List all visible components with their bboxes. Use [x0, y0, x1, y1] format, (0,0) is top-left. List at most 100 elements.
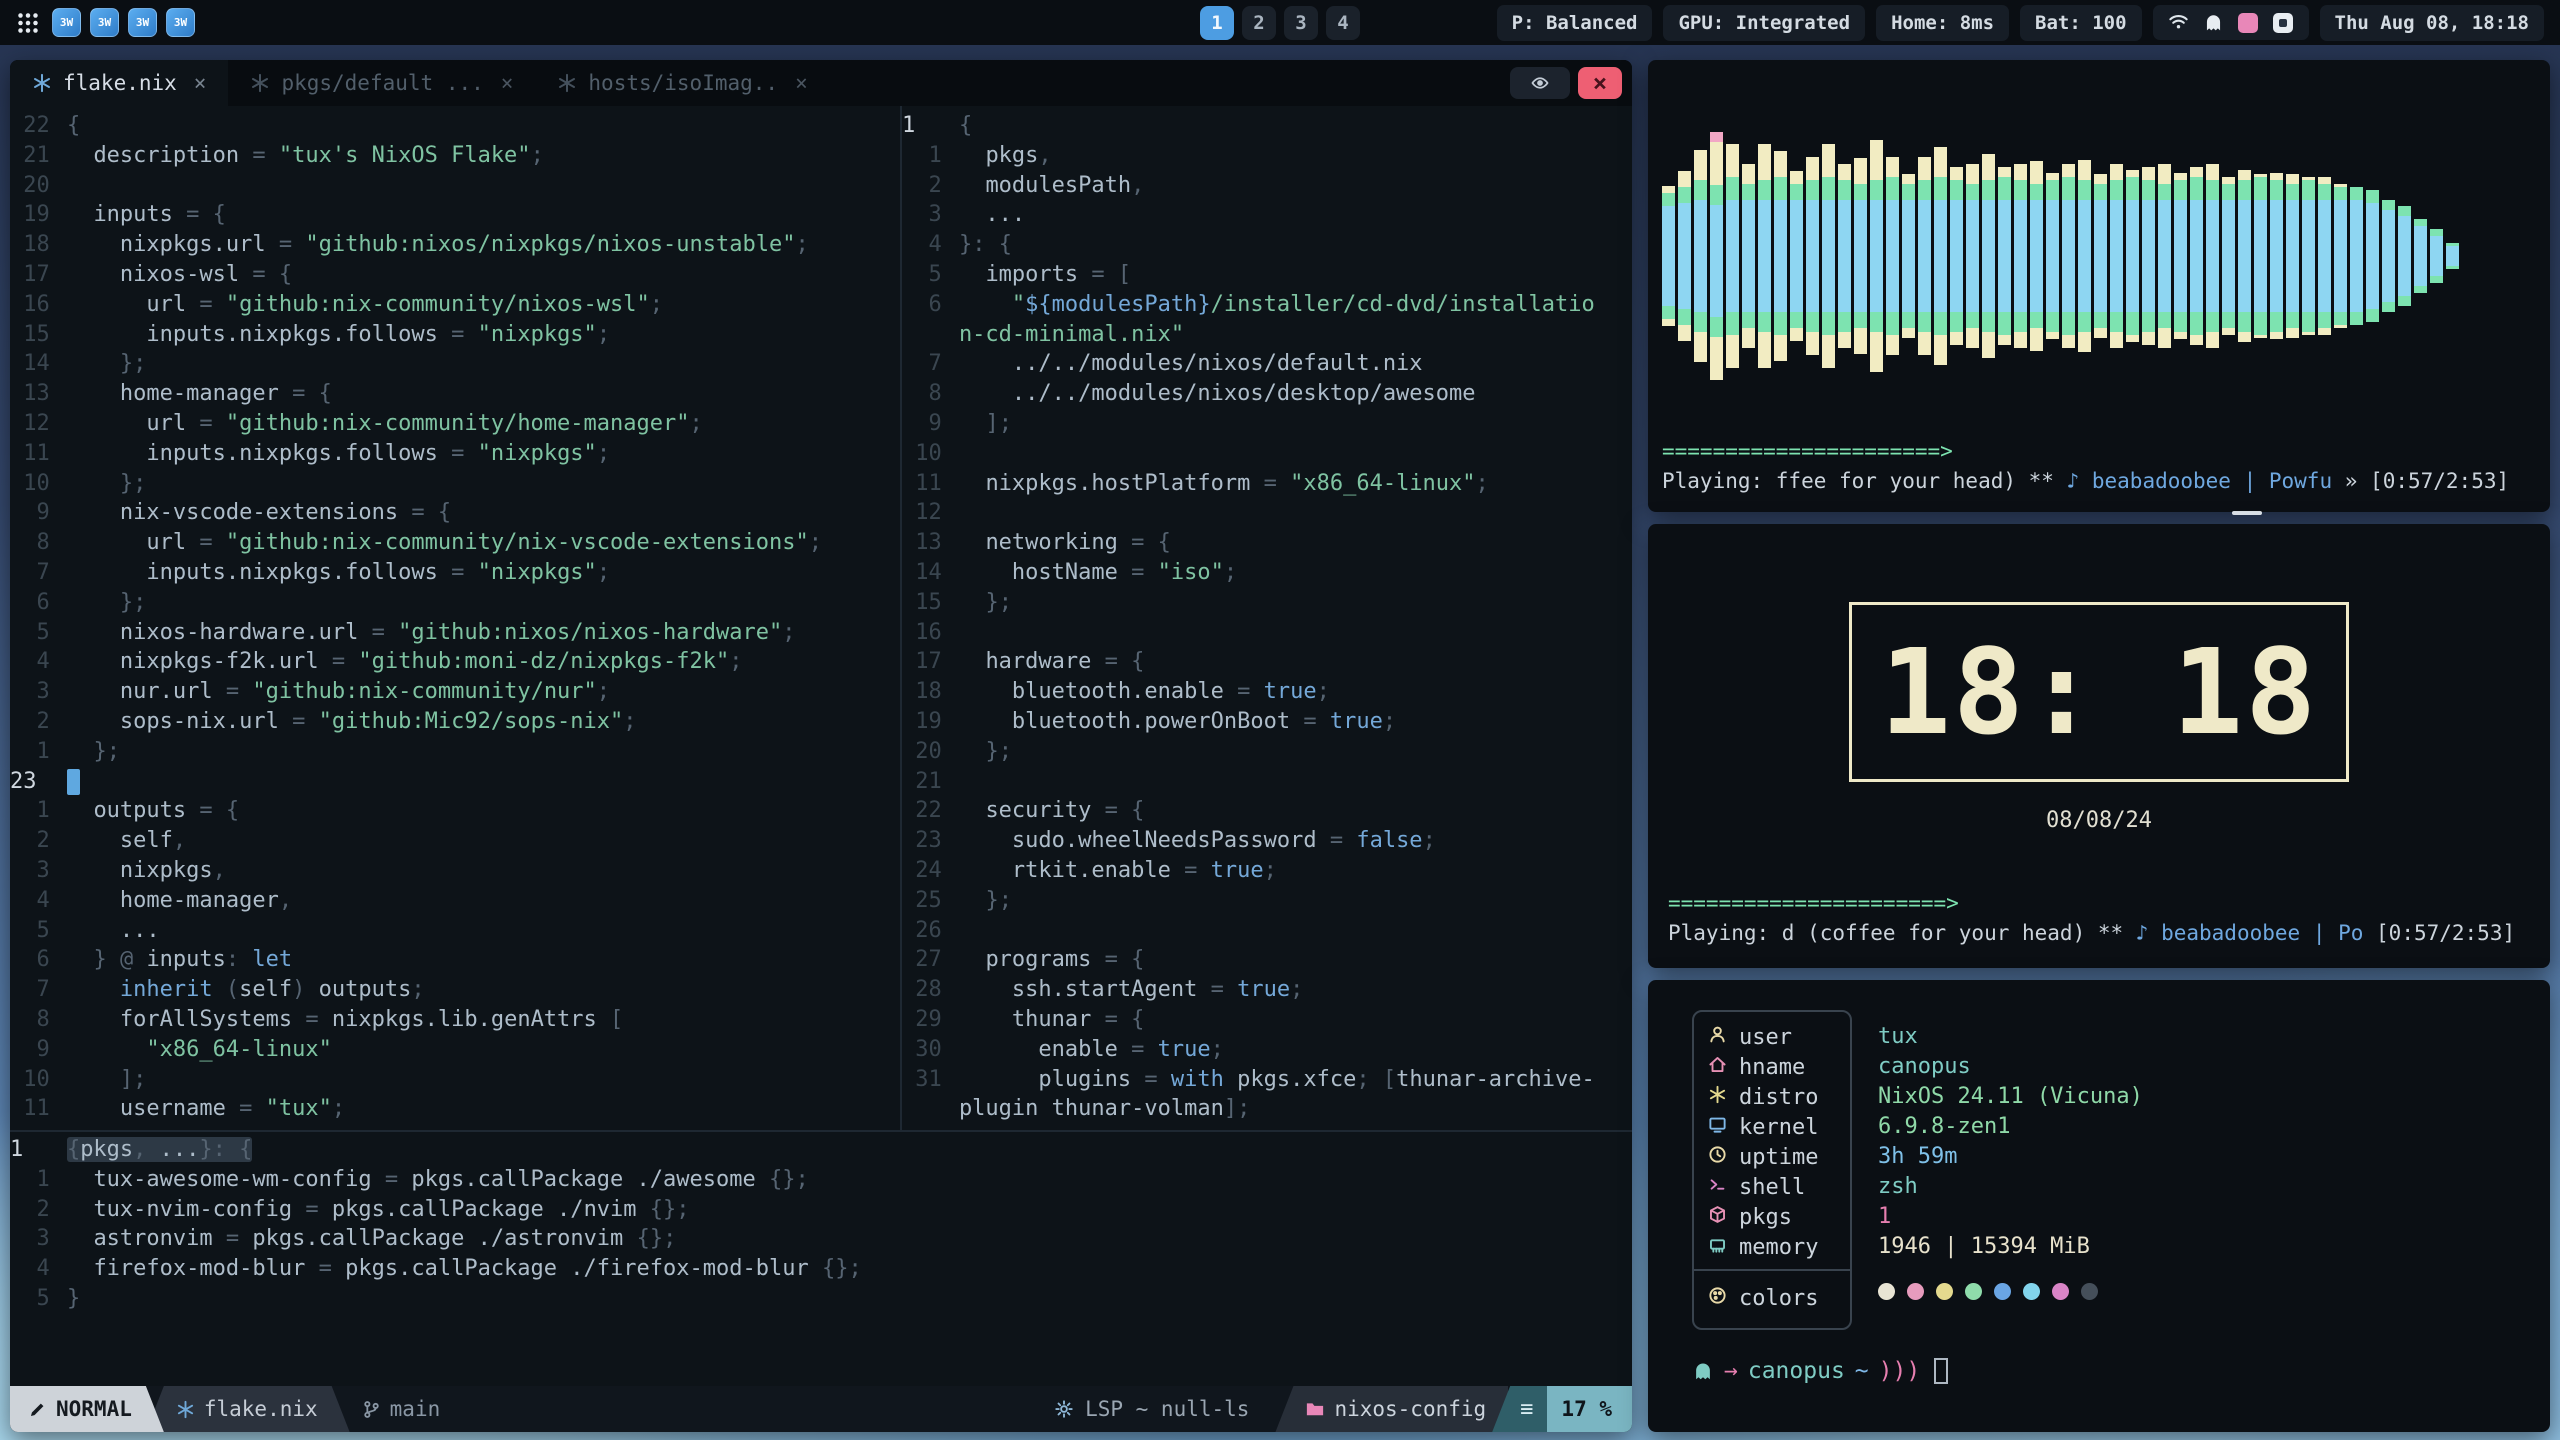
fetch-row-pkgs: pkgs: [1694, 1202, 1850, 1232]
ghost-icon: [1692, 1360, 1714, 1382]
shell-icon: [1708, 1175, 1727, 1200]
battery-status: Bat: 100: [2020, 5, 2142, 41]
tab-close-icon[interactable]: ×: [501, 71, 514, 95]
code-row: 22{: [10, 111, 900, 141]
topbar-right-group: P: Balanced GPU: Integrated Home: 8ms Ba…: [1497, 5, 2544, 41]
music-visualizer-window: ======================> Playing: ffee fo…: [1648, 60, 2550, 512]
pink-app-icon[interactable]: [2238, 12, 2259, 33]
code-row: 9 ];: [902, 409, 1632, 439]
git-branch-segment: main: [336, 1386, 459, 1432]
artist-name: beabadoobee | Po: [2148, 921, 2376, 945]
system-tray: [2153, 5, 2309, 40]
fetch-row-distro: distro: [1694, 1082, 1850, 1112]
prompt-chevrons: ))): [1879, 1358, 1921, 1384]
workspace-tag-1[interactable]: 1: [1200, 6, 1234, 40]
code-row: 4 home-manager,: [10, 886, 900, 916]
neovim-window: flake.nix×pkgs/default ...×hosts/isoImag…: [10, 60, 1632, 1432]
close-window-button[interactable]: ×: [1578, 67, 1622, 99]
tab-label: pkgs/default ...: [281, 71, 483, 95]
fetch-values: tuxcanopusNixOS 24.11 (Vicuna)6.9.8-zen1…: [1878, 1010, 2143, 1330]
clock-widget-window: 18: 18 08/08/24 ======================> …: [1648, 524, 2550, 968]
code-row: 4 nixpkgs-f2k.url = "github:moni-dz/nixp…: [10, 647, 900, 677]
tab-close-icon[interactable]: ×: [194, 71, 207, 95]
app-launcher-icon[interactable]: [16, 11, 40, 35]
client-icon[interactable]: 3W: [52, 8, 81, 37]
code-row: 7 ../../modules/nixos/default.nix: [902, 349, 1632, 379]
now-playing-line: Playing: d (coffee for your head) ** ♪ b…: [1668, 918, 2530, 948]
code-row: 19 bluetooth.powerOnBoot = true;: [902, 707, 1632, 737]
code-row: 8 url = "github:nix-community/nix-vscode…: [10, 528, 900, 558]
workspace-tag-4[interactable]: 4: [1326, 6, 1360, 40]
clock-status: Thu Aug 08, 18:18: [2320, 5, 2544, 41]
tabs: flake.nix×pkgs/default ...×hosts/isoImag…: [10, 60, 830, 106]
client-icon[interactable]: 3W: [128, 8, 157, 37]
workspace-tag-2[interactable]: 2: [1242, 6, 1276, 40]
code-row: 1 pkgs,: [902, 141, 1632, 171]
code-row: 12 url = "github:nix-community/home-mana…: [10, 409, 900, 439]
code-row: 23 sudo.wheelNeedsPassword = false;: [902, 826, 1632, 856]
code-row: 6 };: [10, 588, 900, 618]
shell-prompt[interactable]: → canopus ~ ))): [1692, 1358, 2506, 1384]
git-branch-icon: [362, 1400, 381, 1419]
music-note-icon: ♪: [2136, 921, 2149, 945]
fetch-row-uptime: uptime: [1694, 1142, 1850, 1172]
palette-dot: [2052, 1283, 2069, 1300]
fetch-row-user: user: [1694, 1022, 1850, 1052]
digital-clock-frame: 18: 18: [1849, 602, 2349, 782]
now-playing-line: Playing: ffee for your head) ** ♪ beabad…: [1662, 466, 2536, 496]
fetch-label: colors: [1739, 1286, 1818, 1311]
capture-icon[interactable]: [2273, 12, 2294, 33]
artist-name: beabadoobee | Powfu: [2079, 469, 2345, 493]
gear-icon: [1054, 1399, 1074, 1419]
iso-image-pane[interactable]: 1{1 pkgs,2 modulesPath,3 ...4}: {5 impor…: [902, 106, 1632, 1130]
lsp-label: LSP ~ null-ls: [1085, 1397, 1249, 1421]
palette-dot: [1936, 1283, 1953, 1300]
tab-flake-nix[interactable]: flake.nix ×: [10, 60, 228, 106]
gpu-status: GPU: Integrated: [1663, 5, 1865, 41]
clock-date: 08/08/24: [1668, 808, 2530, 833]
taglist: 3W 3W 3W 3W: [52, 8, 195, 37]
code-row: 1{: [902, 111, 1632, 141]
nix-icon: [176, 1400, 195, 1419]
workspace-tags: 1234: [1200, 6, 1360, 40]
fetch-label: distro: [1739, 1085, 1818, 1110]
fetch-label: user: [1739, 1025, 1792, 1050]
code-row: 2 sops-nix.url = "github:Mic92/sops-nix"…: [10, 707, 900, 737]
wifi-icon[interactable]: [2168, 12, 2189, 33]
fetch-label: memory: [1739, 1235, 1818, 1260]
nix-icon: [32, 73, 52, 93]
code-row: 28 ssh.startAgent = true;: [902, 975, 1632, 1005]
workspace-tag-3[interactable]: 3: [1284, 6, 1318, 40]
code-row: 14 hostName = "iso";: [902, 558, 1632, 588]
code-row: 9 nix-vscode-extensions = {: [10, 498, 900, 528]
code-row: 11 nixpkgs.hostPlatform = "x86_64-linux"…: [902, 469, 1632, 499]
code-row: 7 inherit (self) outputs;: [10, 975, 900, 1005]
fetch-terminal-window[interactable]: userhnamedistrokerneluptimeshellpkgsmemo…: [1648, 980, 2550, 1432]
tab-pkgs-default-[interactable]: pkgs/default ... ×: [228, 60, 535, 106]
audio-visualizer: [1662, 76, 2536, 436]
code-row: 20: [10, 171, 900, 201]
tab-label: flake.nix: [63, 71, 177, 95]
flake-nix-pane[interactable]: 22{21 description = "tux's NixOS Flake";…: [10, 106, 900, 1130]
client-icon[interactable]: 3W: [166, 8, 195, 37]
eye-toggle-button[interactable]: [1510, 67, 1570, 99]
tab-close-icon[interactable]: ×: [795, 71, 808, 95]
window-indicator-tick: [2232, 511, 2262, 515]
progress-arrow: ======================>: [1668, 888, 2530, 918]
project-segment: nixos-config: [1275, 1386, 1508, 1432]
ghost-icon[interactable]: [2203, 12, 2224, 33]
window-controls: ×: [1510, 67, 1622, 99]
ping-status: Home: 8ms: [1876, 5, 2009, 41]
code-row: 5}: [10, 1284, 1632, 1314]
prompt-host: canopus: [1748, 1358, 1845, 1384]
nix-icon: [250, 73, 270, 93]
code-row: 15 inputs.nixpkgs.follows = "nixpkgs";: [10, 320, 900, 350]
tab-hosts-isoimag-[interactable]: hosts/isoImag..×: [535, 60, 829, 106]
system-fetch: userhnamedistrokerneluptimeshellpkgsmemo…: [1692, 1010, 2506, 1330]
code-row: 10 ];: [10, 1065, 900, 1095]
pkgs-default-pane[interactable]: 1{pkgs, ...}: {1 tux-awesome-wm-config =…: [10, 1130, 1632, 1386]
client-icon[interactable]: 3W: [90, 8, 119, 37]
code-row: 11 username = "tux";: [10, 1094, 900, 1124]
code-row: 19 inputs = {: [10, 200, 900, 230]
code-row: 23: [10, 767, 900, 797]
